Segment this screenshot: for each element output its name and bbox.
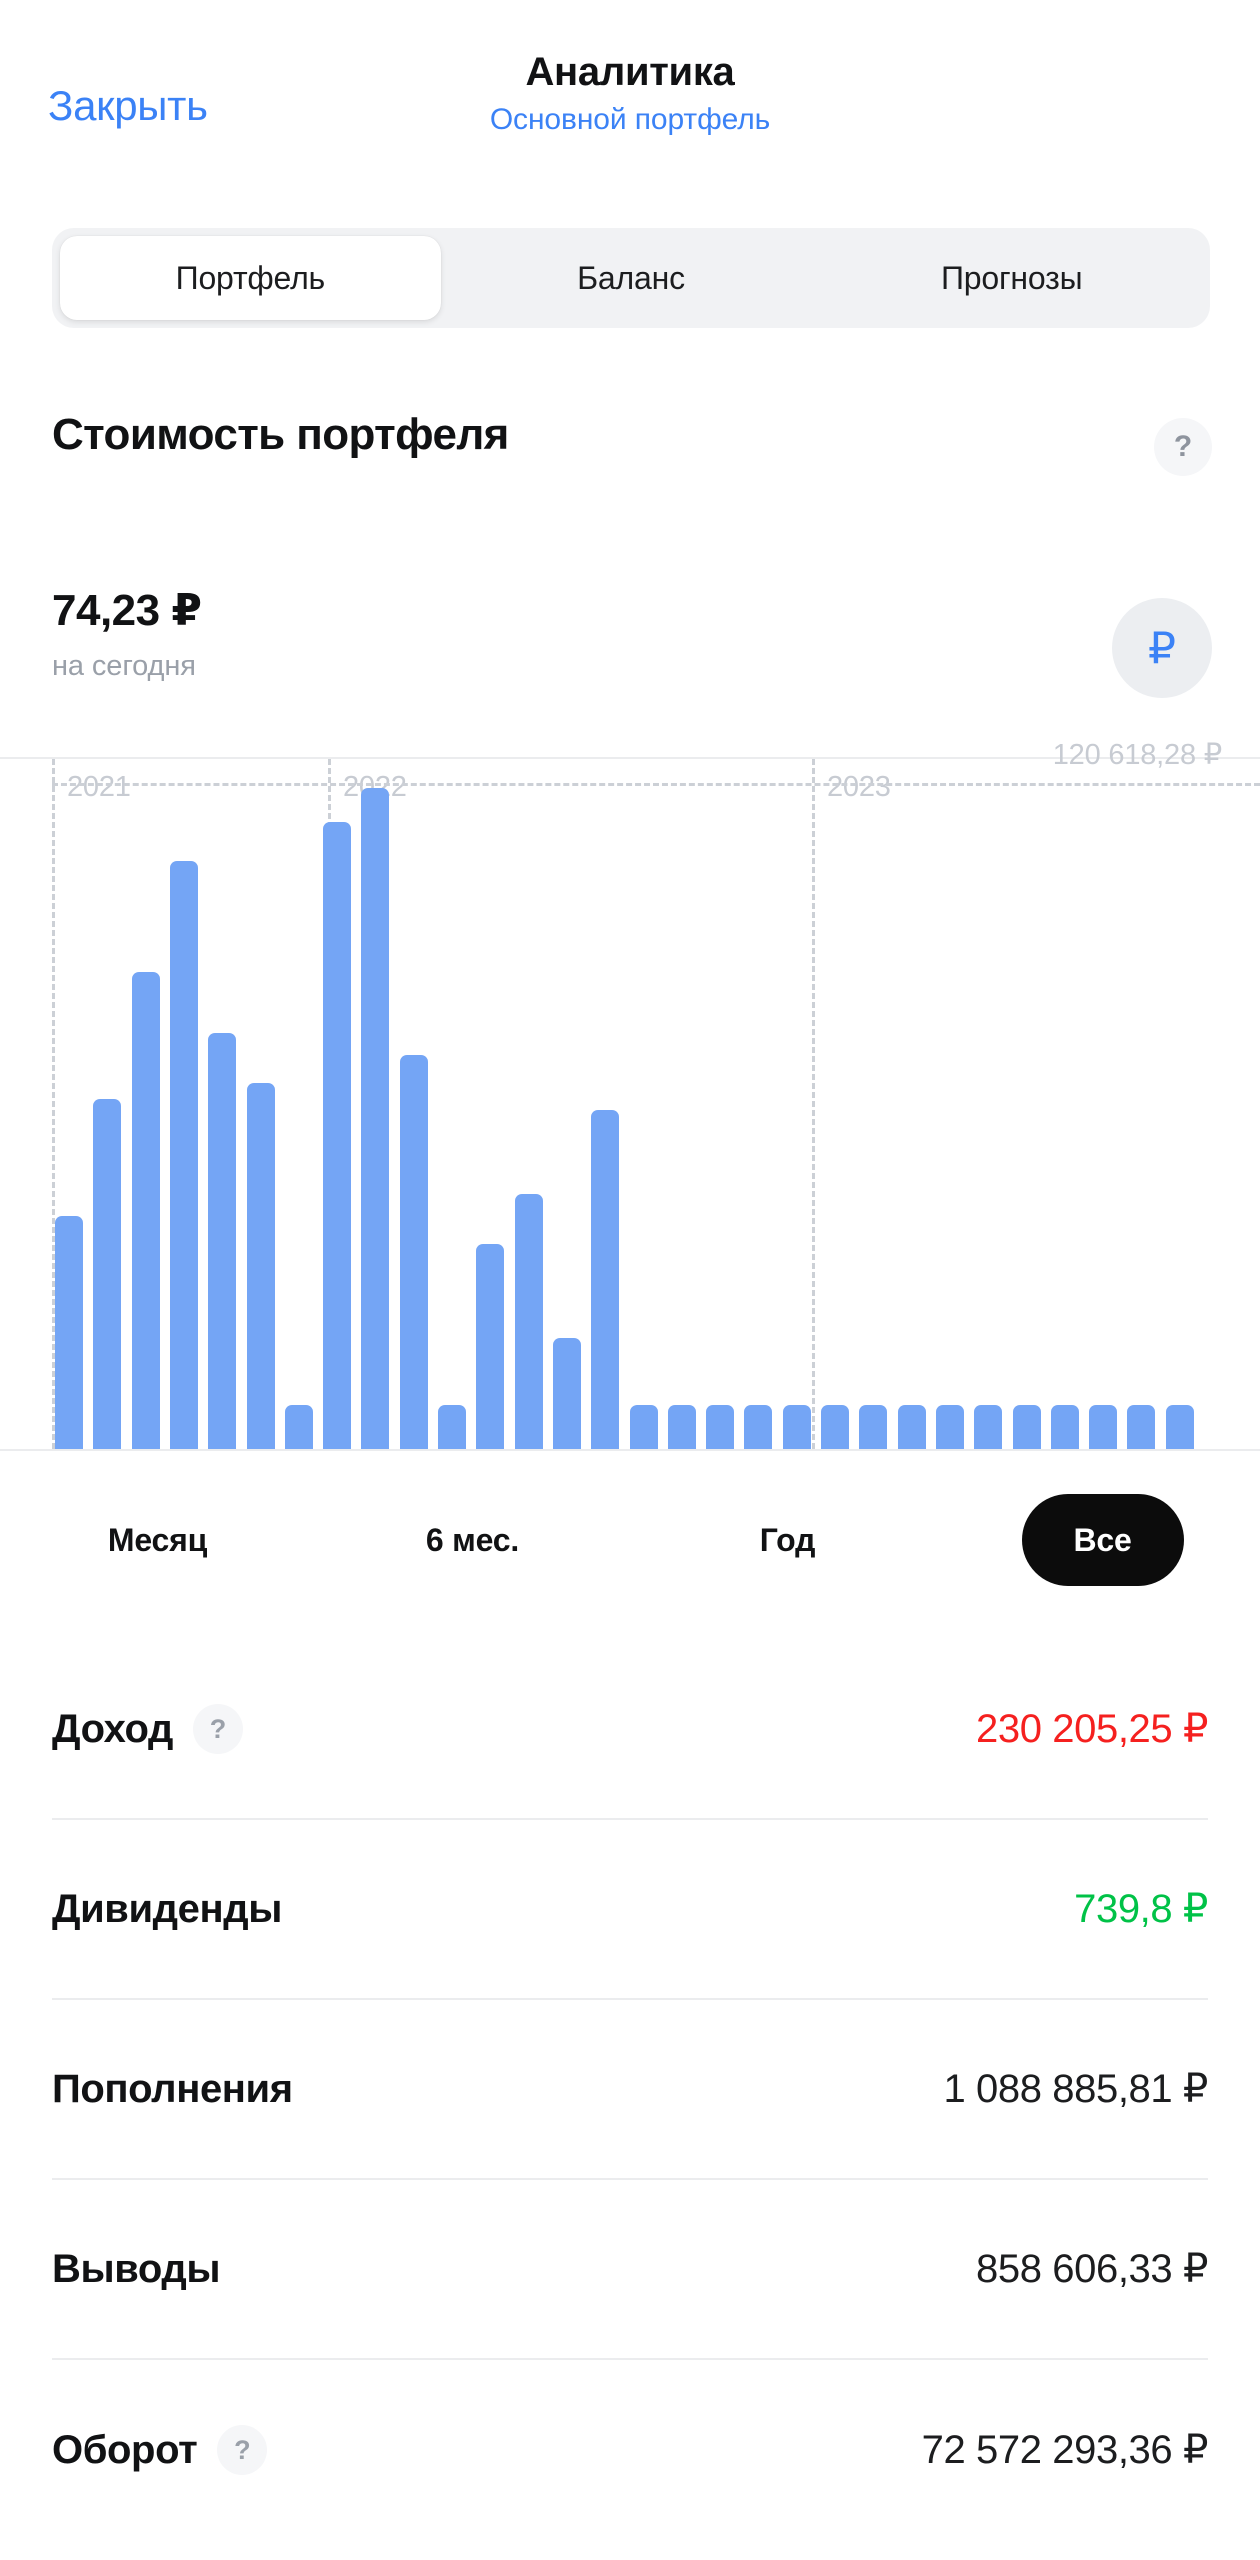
chart-bars <box>0 759 1260 1449</box>
chart-bar <box>629 1404 658 1449</box>
period-6months-label: 6 мес. <box>425 1521 520 1558</box>
chart-bar <box>323 821 352 1449</box>
chart-bar <box>706 1404 735 1449</box>
period-all-label: Все <box>1021 1494 1184 1586</box>
period-selector: Месяц 6 мес. Год Все <box>0 1485 1260 1595</box>
chart-bar <box>552 1337 581 1449</box>
stat-row-turnover[interactable]: Оборот ? 72 572 293,36 ₽ <box>52 2360 1208 2540</box>
chart-plot-area: 2021 2022 2023 120 618,28 ₽ <box>0 739 1260 1449</box>
stat-value: 230 205,25 ₽ <box>976 1707 1208 1751</box>
turnover-help-icon[interactable]: ? <box>217 2425 268 2475</box>
portfolio-value-caption: на сегодня <box>52 650 196 682</box>
period-month[interactable]: Месяц <box>0 1485 315 1595</box>
portfolio-value-block: 74,23 ₽ на сегодня <box>52 585 202 683</box>
stat-value: 1 088 885,81 ₽ <box>943 2067 1208 2111</box>
stat-label: Дивиденды <box>52 1886 283 1931</box>
stat-value: 72 572 293,36 ₽ <box>921 2428 1209 2472</box>
tab-portfolio[interactable]: Портфель <box>60 236 441 320</box>
portfolio-value: 74,23 ₽ <box>52 586 202 635</box>
stat-label: Выводы <box>52 2246 221 2291</box>
stat-label-group: Оборот ? <box>52 2425 268 2475</box>
chart-bar <box>897 1404 926 1449</box>
chart-bar <box>476 1243 505 1449</box>
chart-bar <box>1012 1404 1041 1449</box>
chart-bar <box>399 1054 428 1449</box>
chart-bar <box>169 860 198 1449</box>
stat-row-income[interactable]: Доход ? 230 205,25 ₽ <box>52 1640 1208 1820</box>
stat-row-deposits[interactable]: Пополнения 1 088 885,81 ₽ <box>52 2000 1208 2180</box>
tab-segmented-control: Портфель Баланс Прогнозы <box>52 228 1210 328</box>
analytics-screen: Закрыть Аналитика Основной портфель Порт… <box>0 0 1260 2560</box>
stat-label: Доход <box>52 1706 173 1751</box>
tab-balance[interactable]: Баланс <box>441 236 822 320</box>
period-year[interactable]: Год <box>630 1485 945 1595</box>
period-6months[interactable]: 6 мес. <box>315 1485 630 1595</box>
income-help-icon[interactable]: ? <box>192 1704 243 1754</box>
section-header: Стоимость портфеля ? <box>52 410 1212 480</box>
chart-bar <box>1050 1404 1079 1449</box>
chart-bar <box>208 1032 237 1449</box>
section-title: Стоимость портфеля <box>52 410 509 459</box>
chart-bar <box>744 1404 773 1449</box>
chart-bar <box>1089 1404 1118 1449</box>
chart-bar <box>93 1099 122 1449</box>
stat-label-group: Дивиденды <box>52 1887 282 1932</box>
tab-forecasts[interactable]: Прогнозы <box>821 236 1202 320</box>
chart-bar <box>859 1404 888 1449</box>
header: Закрыть Аналитика Основной портфель <box>0 0 1260 190</box>
chart-bar <box>284 1404 313 1449</box>
stat-row-dividends[interactable]: Дивиденды 739,8 ₽ <box>52 1820 1208 2000</box>
help-icon[interactable]: ? <box>1154 418 1212 476</box>
stats-list: Доход ? 230 205,25 ₽ Дивиденды 739,8 ₽ П… <box>0 1640 1260 2540</box>
chart-bar <box>131 971 160 1449</box>
chart-bar <box>821 1404 849 1449</box>
chart-bar <box>55 1215 83 1449</box>
stat-label: Пополнения <box>52 2066 293 2111</box>
header-title-group: Аналитика Основной портфель <box>0 50 1260 137</box>
stat-value: 739,8 ₽ <box>1074 1887 1208 1931</box>
period-year-label: Год <box>759 1521 816 1558</box>
chart-bar <box>935 1404 964 1449</box>
chart-bar <box>782 1404 811 1449</box>
ruble-currency-icon[interactable]: ₽ <box>1112 598 1212 698</box>
portfolio-value-chart[interactable]: 2021 2022 2023 120 618,28 ₽ <box>0 739 1260 1451</box>
chart-bar <box>361 788 390 1449</box>
stat-label-group: Пополнения <box>52 2067 293 2112</box>
stat-label-group: Выводы <box>52 2246 221 2292</box>
stat-label: Оборот <box>52 2427 198 2472</box>
period-all[interactable]: Все <box>945 1485 1260 1595</box>
chart-bar <box>514 1193 543 1449</box>
chart-bar <box>591 1110 620 1449</box>
chart-bar <box>1165 1404 1194 1449</box>
page-title: Аналитика <box>525 50 735 94</box>
chart-bar <box>974 1404 1003 1449</box>
chart-bar <box>246 1082 275 1449</box>
chart-bar <box>438 1404 466 1449</box>
stat-label-group: Доход ? <box>52 1704 243 1754</box>
chart-bar <box>1127 1404 1156 1449</box>
period-month-label: Месяц <box>107 1521 208 1558</box>
chart-bar <box>667 1404 696 1449</box>
stat-row-withdrawals[interactable]: Выводы 858 606,33 ₽ <box>52 2180 1208 2360</box>
stat-value: 858 606,33 ₽ <box>976 2247 1208 2291</box>
portfolio-name-link[interactable]: Основной портфель <box>0 103 1260 137</box>
